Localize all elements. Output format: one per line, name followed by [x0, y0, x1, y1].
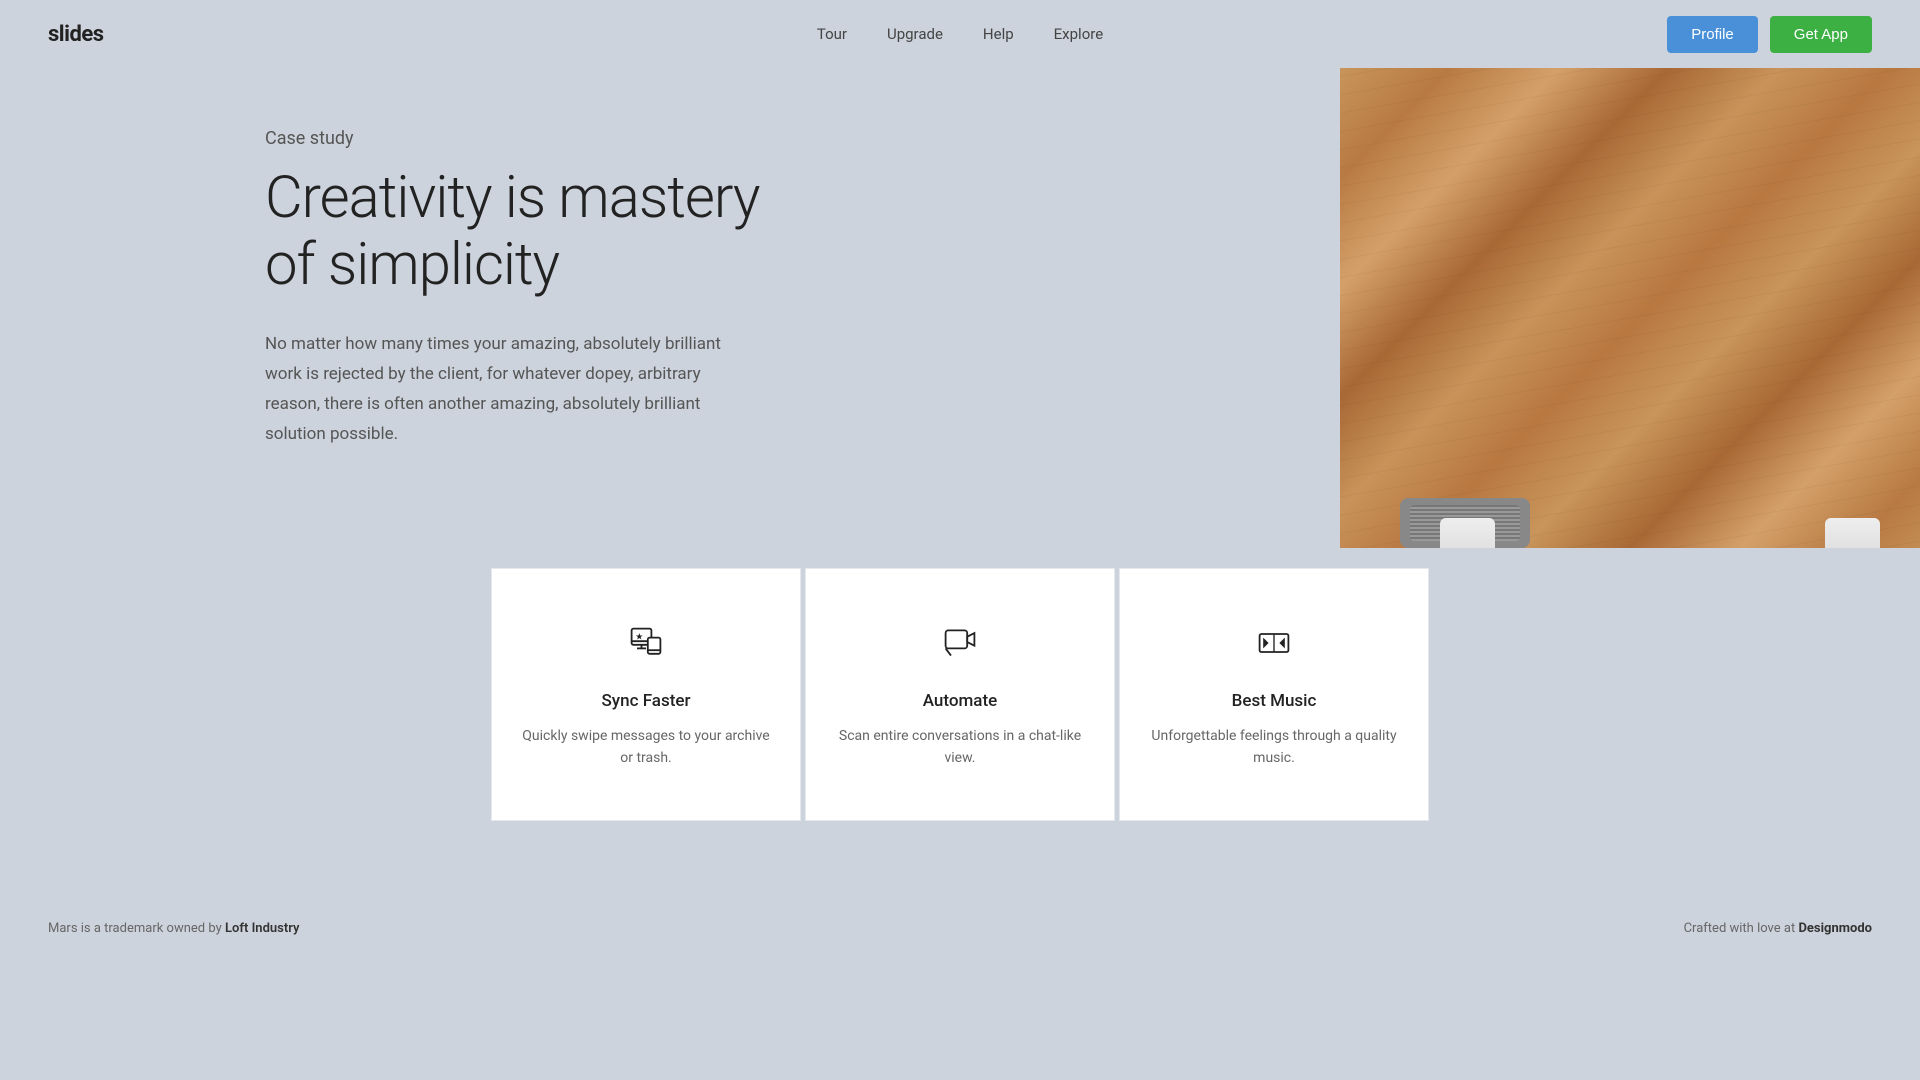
header: slides Tour Upgrade Help Explore Profile…	[0, 0, 1920, 68]
svg-text:★: ★	[635, 632, 643, 642]
nav-item-help[interactable]: Help	[983, 25, 1014, 43]
hero-description: No matter how many times your amazing, a…	[265, 330, 725, 449]
hero-title: Creativity is mastery of simplicity	[265, 165, 780, 298]
get-app-button[interactable]: Get App	[1770, 16, 1872, 53]
features-section: ★ Sync Faster Quickly swipe messages to …	[0, 568, 1920, 821]
logo[interactable]: slides	[48, 22, 104, 47]
sync-icon: ★	[622, 619, 670, 667]
main-nav: Tour Upgrade Help Explore	[817, 25, 1103, 43]
footer-brand-left: Loft Industry	[225, 921, 299, 936]
feature-card-music: Best Music Unforgettable feelings throug…	[1119, 568, 1429, 821]
footer: Mars is a trademark owned by Loft Indust…	[0, 881, 1920, 966]
footer-left: Mars is a trademark owned by Loft Indust…	[48, 921, 299, 936]
feature-title-sync: Sync Faster	[522, 691, 770, 711]
feature-desc-sync: Quickly swipe messages to your archive o…	[522, 725, 770, 770]
nav-item-explore[interactable]: Explore	[1054, 25, 1104, 43]
hero-section: Case study Creativity is mastery of simp…	[0, 68, 1920, 548]
speaker-illustration	[1340, 68, 1920, 548]
feature-card-sync: ★ Sync Faster Quickly swipe messages to …	[491, 568, 801, 821]
feature-desc-automate: Scan entire conversations in a chat-like…	[836, 725, 1084, 770]
hero-label: Case study	[265, 128, 780, 149]
hero-image	[1340, 68, 1920, 548]
header-actions: Profile Get App	[1667, 16, 1872, 53]
nav-item-upgrade[interactable]: Upgrade	[887, 25, 943, 43]
feature-title-automate: Automate	[836, 691, 1084, 711]
feature-title-music: Best Music	[1150, 691, 1398, 711]
music-icon	[1250, 619, 1298, 667]
nav-item-tour[interactable]: Tour	[817, 25, 847, 43]
hero-content: Case study Creativity is mastery of simp…	[0, 68, 780, 509]
feature-desc-music: Unforgettable feelings through a quality…	[1150, 725, 1398, 770]
footer-right: Crafted with love at Designmodo	[1684, 921, 1872, 936]
video-icon	[936, 619, 984, 667]
profile-button[interactable]: Profile	[1667, 16, 1758, 53]
feature-card-automate: Automate Scan entire conversations in a …	[805, 568, 1115, 821]
footer-brand-right: Designmodo	[1798, 921, 1872, 936]
